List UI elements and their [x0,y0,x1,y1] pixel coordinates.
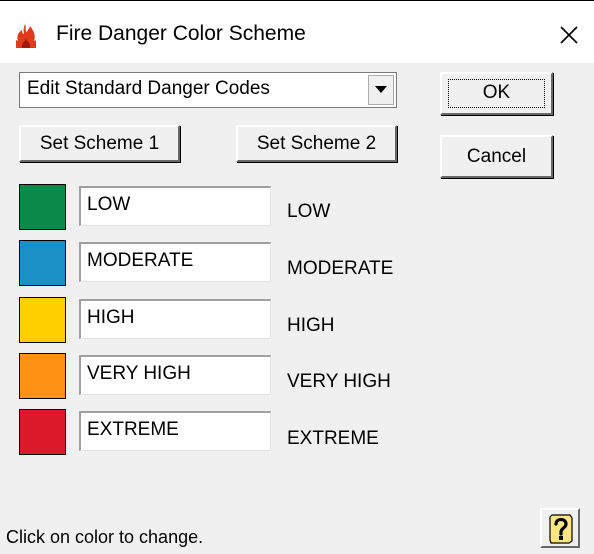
code-name-field-extreme[interactable]: EXTREME [79,411,271,451]
code-label-extreme: EXTREME [287,428,379,449]
code-name-field-moderate[interactable]: MODERATE [79,242,271,282]
color-swatch-moderate[interactable] [19,240,66,286]
code-label-high: HIGH [287,315,335,336]
color-swatch-low[interactable] [19,184,66,230]
help-question-icon [549,514,573,544]
scheme-1-label: Set Scheme 1 [39,133,160,154]
window-title: Fire Danger Color Scheme [56,22,306,45]
help-button[interactable] [540,508,580,548]
cancel-button[interactable]: Cancel [440,135,553,178]
code-label-low: LOW [287,201,331,222]
dropdown-button[interactable] [368,75,394,105]
title-bar[interactable]: Fire Danger Color Scheme [0,1,594,63]
flame-icon [15,23,37,49]
color-swatch-very-high[interactable] [19,353,66,399]
code-name-field-very-high[interactable]: VERY HIGH [79,355,271,395]
dropdown-selected-value: Edit Standard Danger Codes [27,78,270,99]
focus-rect [448,79,545,108]
color-swatch-extreme[interactable] [19,409,66,455]
chevron-down-icon [375,86,387,93]
code-name-field-low[interactable]: LOW [79,186,271,226]
code-label-very-high: VERY HIGH [287,371,391,392]
code-name-field-high[interactable]: HIGH [79,299,271,339]
ok-button[interactable]: OK [440,72,553,115]
color-swatch-high[interactable] [19,297,66,343]
cancel-label: Cancel [466,146,527,167]
set-scheme-1-button[interactable]: Set Scheme 1 [19,125,180,162]
close-button[interactable] [548,13,590,57]
set-scheme-2-button[interactable]: Set Scheme 2 [236,125,397,162]
code-label-moderate: MODERATE [287,258,394,279]
close-icon [560,26,578,44]
status-hint: Click on color to change. [6,527,204,547]
danger-codes-dropdown[interactable]: Edit Standard Danger Codes [19,72,397,108]
scheme-2-label: Set Scheme 2 [256,133,377,154]
